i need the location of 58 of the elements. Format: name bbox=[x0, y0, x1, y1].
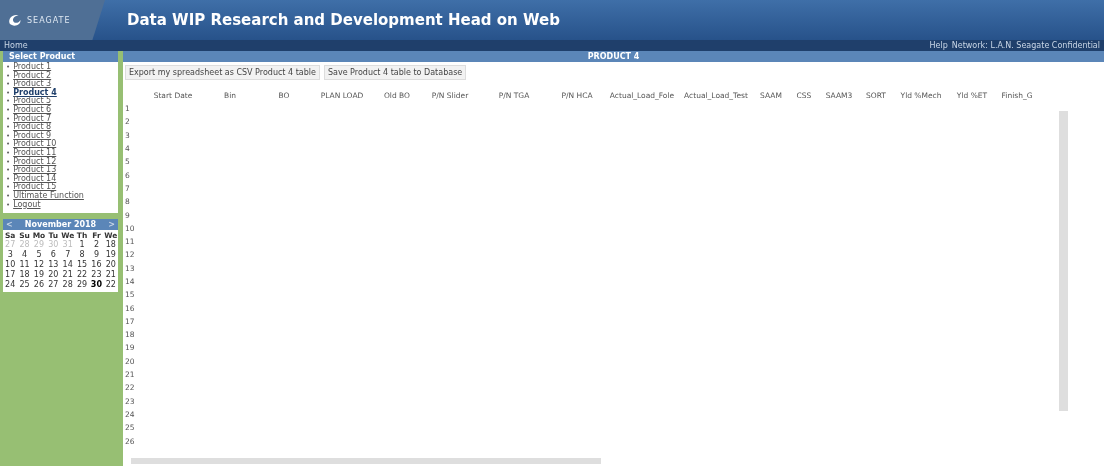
month-title: November 2018 bbox=[24, 220, 97, 230]
calendar-day[interactable]: 20 bbox=[103, 260, 118, 271]
page-title: Data WIP Research and Development Head on Web bbox=[127, 11, 560, 29]
horizontal-scrollbar[interactable] bbox=[131, 458, 601, 464]
product-title: PRODUCT 4 bbox=[587, 52, 640, 61]
calendar-day[interactable]: 21 bbox=[103, 270, 118, 281]
calendar-day[interactable]: 25 bbox=[17, 280, 32, 291]
calendar-day[interactable]: 6 bbox=[46, 250, 61, 261]
calendar-day[interactable]: 20 bbox=[46, 270, 61, 281]
product-link[interactable]: Product 6 bbox=[13, 105, 52, 115]
product-link[interactable]: Product 3 bbox=[13, 80, 52, 89]
calendar-day[interactable]: 18 bbox=[17, 270, 32, 281]
product-link[interactable]: Ultimate Function bbox=[13, 191, 84, 201]
calendar-day[interactable]: 13 bbox=[46, 260, 61, 271]
calendar-day[interactable]: 8 bbox=[74, 250, 90, 261]
calendar-day[interactable]: 30 bbox=[89, 280, 104, 291]
product-link[interactable]: Logout bbox=[13, 200, 41, 210]
calendar-day[interactable]: 29 bbox=[74, 280, 90, 291]
header-link[interactable]: Network: L.A.N. Seagate Confidential bbox=[951, 41, 1100, 50]
calendar-day[interactable]: 26 bbox=[31, 280, 47, 291]
calendar-day[interactable]: 19 bbox=[103, 250, 118, 261]
calendar-day[interactable]: 9 bbox=[89, 250, 104, 261]
calendar-day[interactable]: 1 bbox=[74, 240, 90, 251]
calendar-day[interactable]: 22 bbox=[74, 270, 90, 281]
calendar-day[interactable]: 11 bbox=[17, 260, 32, 271]
product-link[interactable]: Product 10 bbox=[13, 140, 57, 149]
calendar-day[interactable]: 24 bbox=[3, 280, 18, 291]
logo-text: SEAGATE bbox=[27, 15, 71, 25]
vertical-scrollbar[interactable] bbox=[1059, 111, 1068, 411]
calendar-day[interactable]: 2 bbox=[89, 240, 104, 251]
calendar-day[interactable]: 18 bbox=[103, 240, 118, 251]
calendar-day[interactable]: 27 bbox=[46, 280, 61, 291]
calendar-day[interactable]: 16 bbox=[89, 260, 104, 271]
calendar-day[interactable]: 7 bbox=[60, 250, 75, 261]
calendar-day[interactable]: 23 bbox=[89, 270, 104, 281]
calendar-day[interactable]: 14 bbox=[60, 260, 75, 271]
calendar-day[interactable]: 15 bbox=[74, 260, 90, 271]
calendar-day[interactable]: 3 bbox=[3, 250, 18, 261]
calendar-day[interactable]: 5 bbox=[31, 250, 47, 261]
toolbar-button[interactable]: Export my spreadsheet as CSV Product 4 table bbox=[125, 65, 320, 80]
panel-title: Select Product bbox=[3, 51, 118, 62]
calendar-day[interactable]: 28 bbox=[60, 280, 75, 291]
product-link[interactable]: Product 13 bbox=[13, 166, 57, 175]
toolbar-button[interactable]: Save Product 4 table to Database bbox=[323, 65, 467, 80]
calendar-day[interactable]: 19 bbox=[31, 270, 47, 281]
product-link[interactable]: Product 5 bbox=[13, 97, 52, 106]
calendar-day[interactable]: 10 bbox=[3, 260, 18, 271]
product-link[interactable]: Product 1 bbox=[13, 63, 52, 72]
calendar-day[interactable]: 21 bbox=[60, 270, 75, 281]
calendar-day[interactable]: 22 bbox=[103, 280, 118, 291]
calendar-day[interactable]: 17 bbox=[3, 270, 18, 281]
product-link[interactable]: Product 8 bbox=[13, 123, 52, 132]
calendar-day[interactable]: 4 bbox=[17, 250, 32, 261]
product-link[interactable]: Product 11 bbox=[13, 148, 57, 158]
product-link[interactable]: Product 15 bbox=[13, 183, 57, 192]
header-link[interactable]: Help bbox=[929, 41, 948, 50]
home-link[interactable]: Home bbox=[4, 41, 28, 50]
calendar-day[interactable]: 12 bbox=[31, 260, 47, 271]
